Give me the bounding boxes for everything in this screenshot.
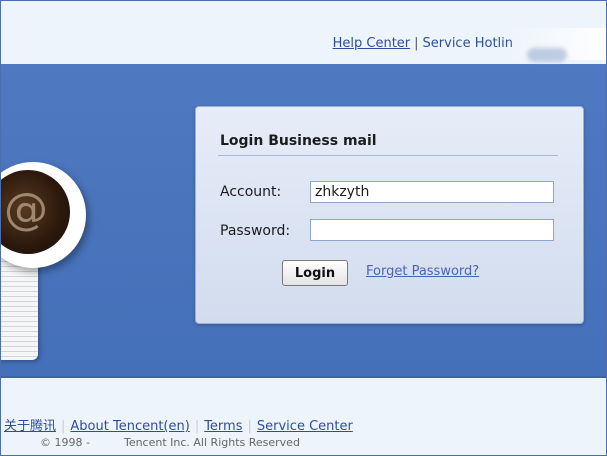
footer-link-about-en[interactable]: About Tencent(en) bbox=[70, 419, 189, 434]
hero-banner: @ Login Business mail Account: Password:… bbox=[0, 64, 607, 378]
footer-link-terms[interactable]: Terms bbox=[204, 419, 242, 434]
copyright: © 1998 - Tencent Inc. All Rights Reserved bbox=[40, 436, 300, 449]
forget-password-link[interactable]: Forget Password? bbox=[366, 264, 479, 279]
coffee-mug-illustration: @ bbox=[0, 162, 86, 268]
service-hotline-link[interactable]: Service Hotlin bbox=[423, 36, 513, 51]
help-center-link[interactable]: Help Center bbox=[333, 36, 411, 51]
copyright-start: © 1998 - bbox=[40, 436, 90, 449]
at-sign-icon: @ bbox=[4, 184, 48, 235]
login-panel: Login Business mail Account: Password: L… bbox=[195, 106, 584, 324]
footer-separator: | bbox=[194, 419, 200, 434]
footer-link-service-center[interactable]: Service Center bbox=[257, 419, 353, 434]
account-label: Account: bbox=[220, 184, 282, 200]
hero-bottom-edge bbox=[0, 376, 607, 378]
footer-separator: | bbox=[247, 419, 252, 434]
password-input[interactable] bbox=[310, 219, 554, 241]
title-divider bbox=[218, 155, 558, 156]
coffee-surface: @ bbox=[0, 170, 70, 254]
footer-separator: | bbox=[61, 419, 66, 434]
nav-separator: | bbox=[414, 36, 419, 51]
password-label: Password: bbox=[220, 223, 291, 239]
login-button[interactable]: Login bbox=[282, 260, 348, 286]
account-input[interactable] bbox=[310, 181, 554, 203]
copyright-end: Tencent Inc. All Rights Reserved bbox=[123, 436, 300, 449]
footer-links: 关于腾讯 | About Tencent(en) | Terms | Service Cen… bbox=[4, 415, 353, 434]
footer-link-about-cn[interactable]: 关于腾讯 bbox=[4, 419, 56, 434]
login-title: Login Business mail bbox=[220, 133, 377, 149]
top-nav: Help Center | Service Hotlin bbox=[333, 36, 513, 51]
smudge-decoration bbox=[527, 48, 567, 62]
